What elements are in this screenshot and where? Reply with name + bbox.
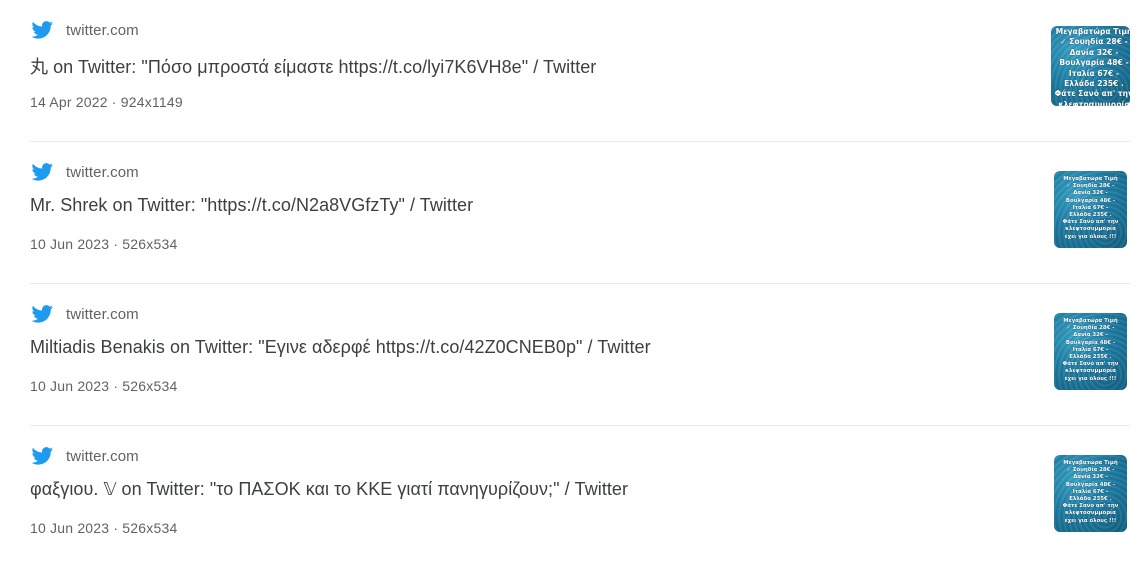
result-thumbnail[interactable]: Μεγαβατώρα Τιμή ✓ Σουηδία 28€ - Δανία 32… [1054, 455, 1127, 532]
result-thumbnail[interactable]: Μεγαβατώρα Τιμή ✓ Σουηδία 28€ - Δανία 32… [1054, 171, 1127, 248]
result-title-link[interactable]: Mr. Shrek on Twitter: "https://t.co/N2a8… [30, 195, 473, 216]
result-source[interactable]: twitter.com [30, 160, 139, 184]
thumbnail-caption: Μεγαβατώρα Τιμή ✓ Σουηδία 28€ - Δανία 32… [1062, 318, 1119, 382]
result-item[interactable]: twitter.com Miltiadis Benakis on Twitter… [0, 284, 1146, 426]
result-thumbnail[interactable]: Μεγαβατώρα Τιμή ✓ Σουηδία 28€ - Δανία 32… [1051, 26, 1130, 106]
twitter-bird-icon [30, 161, 55, 183]
result-source[interactable]: twitter.com [30, 444, 139, 468]
result-title-link[interactable]: 丸 on Twitter: "Πόσο μπροστά είμαστε http… [30, 53, 596, 79]
result-meta: 10 Jun 2023 · 526x534 [30, 520, 178, 536]
result-title-link[interactable]: φαξγιου. 𝕍 on Twitter: "το ΠΑΣΟΚ και το … [30, 479, 628, 500]
thumbnail-caption: Μεγαβατώρα Τιμή ✓ Σουηδία 28€ - Δανία 32… [1062, 460, 1119, 524]
twitter-bird-icon [30, 445, 55, 467]
result-title-link[interactable]: Miltiadis Benakis on Twitter: "Εγινε αδε… [30, 337, 651, 358]
source-domain: twitter.com [66, 447, 139, 465]
twitter-bird-icon [30, 303, 55, 325]
result-source[interactable]: twitter.com [30, 18, 139, 42]
result-source[interactable]: twitter.com [30, 302, 139, 326]
twitter-bird-icon [30, 19, 55, 41]
result-meta: 10 Jun 2023 · 526x534 [30, 236, 178, 252]
source-domain: twitter.com [66, 21, 139, 39]
thumbnail-caption: Μεγαβατώρα Τιμή ✓ Σουηδία 28€ - Δανία 32… [1062, 176, 1119, 240]
source-domain: twitter.com [66, 163, 139, 181]
thumbnail-caption: Μεγαβατώρα Τιμή ✓ Σουηδία 28€ - Δανία 32… [1054, 27, 1130, 106]
result-thumbnail[interactable]: Μεγαβατώρα Τιμή ✓ Σουηδία 28€ - Δανία 32… [1054, 313, 1127, 390]
result-item[interactable]: twitter.com φαξγιου. 𝕍 on Twitter: "το Π… [0, 426, 1146, 568]
result-item[interactable]: twitter.com 丸 on Twitter: "Πόσο μπροστά … [0, 0, 1146, 142]
result-meta: 14 Apr 2022 · 924x1149 [30, 94, 183, 110]
result-meta: 10 Jun 2023 · 526x534 [30, 378, 178, 394]
source-domain: twitter.com [66, 305, 139, 323]
image-results-list: twitter.com 丸 on Twitter: "Πόσο μπροστά … [0, 0, 1146, 568]
result-item[interactable]: twitter.com Mr. Shrek on Twitter: "https… [0, 142, 1146, 284]
